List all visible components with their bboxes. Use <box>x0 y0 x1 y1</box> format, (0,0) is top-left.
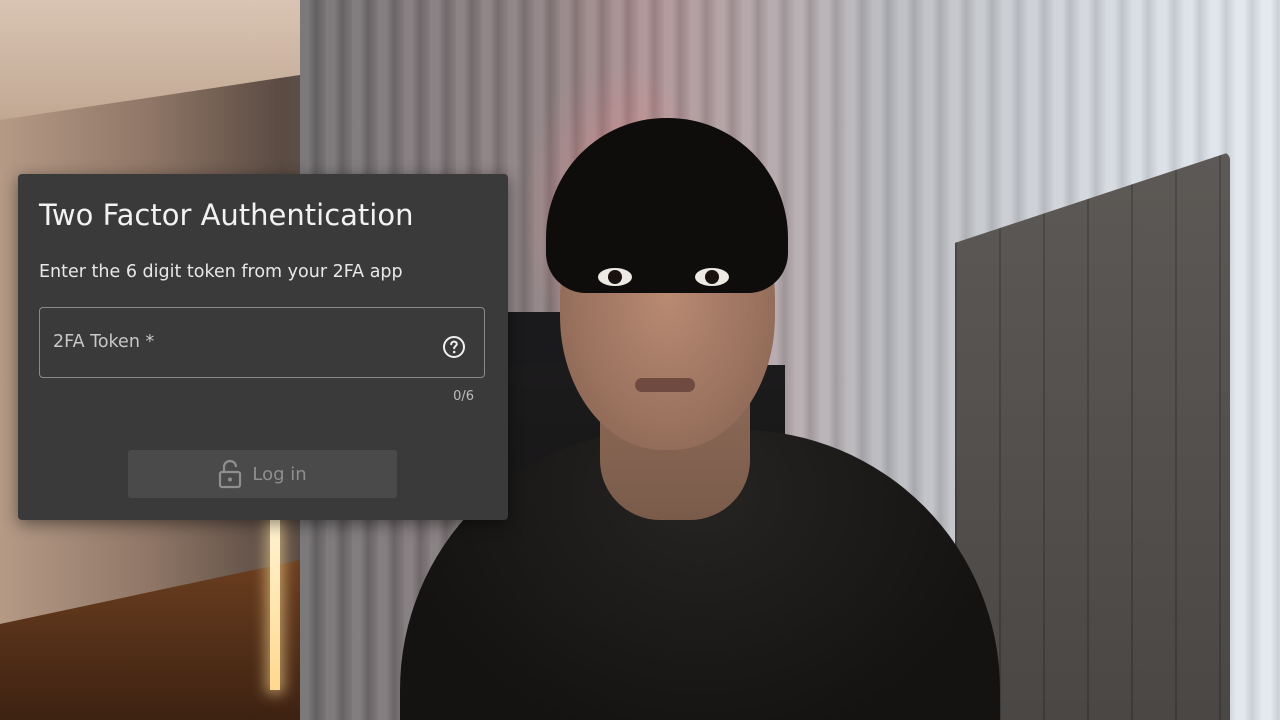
right-eye <box>695 268 729 286</box>
login-label: Log in <box>252 463 307 485</box>
two-factor-dialog: Two Factor Authentication Enter the 6 di… <box>18 174 508 520</box>
help-icon[interactable] <box>442 335 466 359</box>
floor-lamp <box>270 520 280 690</box>
lock-icon <box>218 459 242 489</box>
dialog-subtitle: Enter the 6 digit token from your 2FA ap… <box>39 262 403 282</box>
token-label: 2FA Token * <box>53 332 155 352</box>
headboard <box>955 152 1230 720</box>
token-input[interactable]: 2FA Token * <box>39 307 485 378</box>
mouth <box>635 378 695 392</box>
character-counter: 0/6 <box>453 389 474 404</box>
dialog-title: Two Factor Authentication <box>39 198 414 232</box>
left-eye <box>598 268 632 286</box>
login-button[interactable]: Log in <box>128 450 397 498</box>
